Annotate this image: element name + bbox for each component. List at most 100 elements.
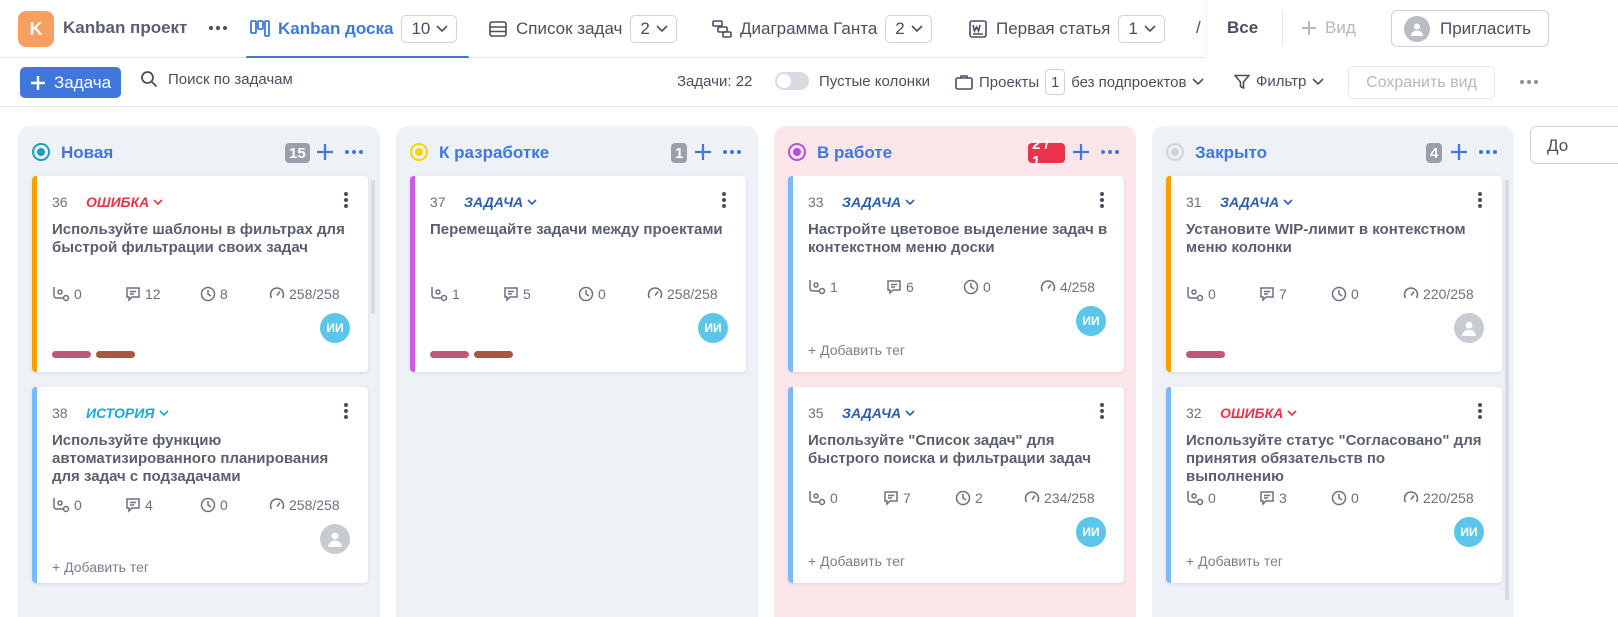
tab-kanban-board[interactable]: Kanban доска 10 <box>245 0 470 59</box>
clock-icon <box>578 286 594 302</box>
comment-icon <box>504 287 518 302</box>
column-more-icon[interactable] <box>1476 141 1500 163</box>
add-card-icon[interactable] <box>692 141 714 163</box>
assignee-avatar[interactable]: ИИ <box>698 313 728 343</box>
add-view-button[interactable]: Вид <box>1301 18 1356 38</box>
projects-filter[interactable]: Проекты 1 без подпроектов <box>955 69 1205 95</box>
tag-chip[interactable] <box>430 351 469 358</box>
chevron-down-icon <box>153 198 163 205</box>
search-input[interactable] <box>168 70 368 88</box>
add-card-icon[interactable] <box>1448 141 1470 163</box>
card-type-select[interactable]: ЗАДАЧА <box>842 194 915 210</box>
card-title[interactable]: Перемещайте задачи между проектами <box>430 221 730 239</box>
column-title[interactable]: Закрыто <box>1195 143 1267 163</box>
add-tag-link[interactable]: + Добавить тег <box>808 342 905 358</box>
tab-gantt-chart[interactable]: Диаграмма Ганта 2 <box>712 0 932 58</box>
empty-columns-toggle[interactable]: Пустые колонки <box>775 72 930 90</box>
project-name[interactable]: Kanban проект <box>63 18 187 38</box>
chevron-down-icon <box>911 25 923 33</box>
column-title[interactable]: К разработке <box>439 143 549 163</box>
column-title[interactable]: В работе <box>817 143 892 163</box>
card-type-select[interactable]: ЗАДАЧА <box>464 194 537 210</box>
assignee-avatar[interactable]: ИИ <box>1454 517 1484 547</box>
add-card-icon[interactable] <box>1070 141 1092 163</box>
assignee-avatar[interactable]: ИИ <box>1076 306 1106 336</box>
card-type-select[interactable]: ЗАДАЧА <box>1220 194 1293 210</box>
add-tag-link[interactable]: + Добавить тег <box>1186 553 1283 569</box>
card-type-select[interactable]: ИСТОРИЯ <box>86 405 169 421</box>
task-card[interactable]: 32 ОШИБКА Используйте статус "Согласован… <box>1166 387 1502 583</box>
project-logo[interactable]: K <box>18 11 54 47</box>
task-card[interactable]: 33 ЗАДАЧА Настройте цветовое выделение з… <box>788 176 1124 372</box>
add-task-button[interactable]: Задача <box>20 67 121 98</box>
tag-chip[interactable] <box>1186 351 1225 358</box>
filter-button[interactable]: Фильтр <box>1234 73 1324 90</box>
card-title[interactable]: Используйте шаблоны в фильтрах для быстр… <box>52 221 352 257</box>
column-more-icon[interactable] <box>342 141 366 163</box>
progress-stat: 258/258 <box>647 286 718 302</box>
subtasks-value: 0 <box>74 286 82 302</box>
card-more-icon[interactable] <box>1092 190 1112 210</box>
tab-task-list[interactable]: Список задач 2 <box>488 0 677 58</box>
tab-count-select[interactable]: 1 <box>1118 15 1165 43</box>
add-tag-link[interactable]: + Добавить тег <box>52 559 149 575</box>
toggle-switch[interactable] <box>775 72 809 90</box>
add-tag-link[interactable]: + Добавить тег <box>808 553 905 569</box>
task-card[interactable]: 31 ЗАДАЧА Установите WIP-лимит в контекс… <box>1166 176 1502 372</box>
filter-icon <box>1234 74 1250 89</box>
assignee-avatar[interactable] <box>1454 313 1484 343</box>
tab-count-select[interactable]: 2 <box>885 15 932 43</box>
card-more-icon[interactable] <box>336 401 356 421</box>
scrollbar[interactable] <box>371 180 375 314</box>
column-closed: Закрыто 4 31 ЗАДАЧА Установите WIP-лимит… <box>1152 126 1514 617</box>
tag-chip[interactable] <box>96 351 135 358</box>
add-task-label: Задача <box>54 72 112 92</box>
card-more-icon[interactable] <box>1470 401 1490 421</box>
user-icon <box>328 532 342 547</box>
task-card[interactable]: 37 ЗАДАЧА Перемещайте задачи между проек… <box>410 176 746 372</box>
card-title[interactable]: Используйте функцию автоматизированного … <box>52 432 352 486</box>
card-type-select[interactable]: ЗАДАЧА <box>842 405 915 421</box>
assignee-avatar[interactable] <box>320 524 350 554</box>
card-more-icon[interactable] <box>1470 190 1490 210</box>
card-stats: 0 3 0 220/258 <box>1186 488 1486 508</box>
card-more-icon[interactable] <box>1092 401 1112 421</box>
more-options-icon[interactable] <box>1517 72 1541 92</box>
card-more-icon[interactable] <box>714 190 734 210</box>
assignee-avatar[interactable]: ИИ <box>320 313 350 343</box>
column-title[interactable]: Новая <box>61 143 113 163</box>
add-column-button[interactable]: До <box>1530 126 1618 164</box>
invite-label: Пригласить <box>1440 18 1532 38</box>
card-title[interactable]: Установите WIP-лимит в контекстном меню … <box>1186 221 1486 257</box>
task-card[interactable]: 36 ОШИБКА Используйте шаблоны в фильтрах… <box>32 176 368 372</box>
tab-label: Список задач <box>516 19 623 38</box>
save-view-button[interactable]: Сохранить вид <box>1348 66 1495 99</box>
time-stat: 0 <box>963 279 991 295</box>
add-card-icon[interactable] <box>314 141 336 163</box>
tag-chip[interactable] <box>52 351 91 358</box>
assignee-avatar[interactable]: ИИ <box>1076 517 1106 547</box>
column-more-icon[interactable] <box>720 141 744 163</box>
project-more-icon[interactable] <box>207 16 229 40</box>
board-toolbar: Задача Задачи: 22 Пустые колонки Проекты… <box>0 58 1618 107</box>
card-type-select[interactable]: ОШИБКА <box>1220 405 1297 421</box>
card-more-icon[interactable] <box>336 190 356 210</box>
card-title[interactable]: Используйте статус "Согласовано" для при… <box>1186 432 1486 486</box>
all-button[interactable]: Все <box>1227 18 1258 38</box>
invite-button[interactable]: Пригласить <box>1391 10 1549 47</box>
time-stat: 8 <box>200 286 228 302</box>
card-title[interactable]: Настройте цветовое выделение задач в кон… <box>808 221 1108 257</box>
card-title[interactable]: Используйте "Список задач" для быстрого … <box>808 432 1108 468</box>
tab-count-select[interactable]: 2 <box>630 15 677 43</box>
column-more-icon[interactable] <box>1098 141 1122 163</box>
comments-value: 3 <box>1279 490 1287 506</box>
card-type-select[interactable]: ОШИБКА <box>86 194 163 210</box>
task-card[interactable]: 38 ИСТОРИЯ Используйте функцию автоматиз… <box>32 387 368 583</box>
task-card[interactable]: 35 ЗАДАЧА Используйте "Список задач" для… <box>788 387 1124 583</box>
tag-chip[interactable] <box>474 351 513 358</box>
tab-count-select[interactable]: 10 <box>401 15 458 43</box>
comment-icon <box>887 280 901 295</box>
subtasks-value: 0 <box>1208 490 1216 506</box>
scrollbar[interactable] <box>1505 180 1509 600</box>
tab-first-article[interactable]: Первая статья 1 <box>968 0 1165 58</box>
